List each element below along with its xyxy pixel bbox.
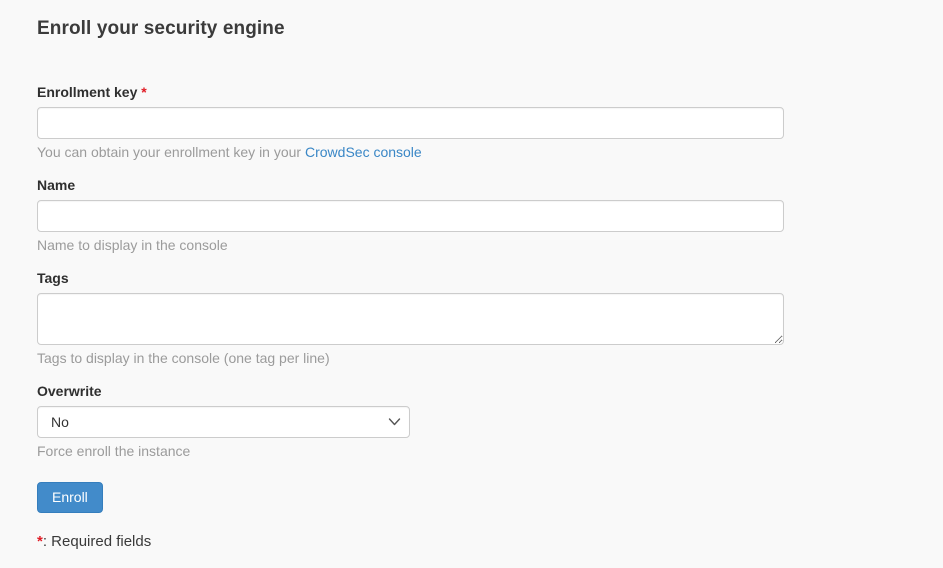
overwrite-label: Overwrite: [37, 383, 784, 400]
enrollment-key-label-text: Enrollment key: [37, 84, 137, 100]
crowdsec-console-link[interactable]: CrowdSec console: [305, 144, 422, 160]
enroll-button[interactable]: Enroll: [37, 482, 103, 513]
name-group: Name Name to display in the console: [37, 177, 784, 254]
overwrite-group: Overwrite No Force enroll the instance: [37, 383, 784, 460]
overwrite-help: Force enroll the instance: [37, 443, 784, 460]
required-fields-note: *: Required fields: [37, 533, 943, 550]
name-help: Name to display in the console: [37, 237, 784, 254]
name-input[interactable]: [37, 200, 784, 232]
enrollment-key-help-text: You can obtain your enrollment key in yo…: [37, 144, 305, 160]
tags-group: Tags Tags to display in the console (one…: [37, 270, 784, 367]
name-label: Name: [37, 177, 784, 194]
enrollment-key-label: Enrollment key *: [37, 84, 784, 101]
enroll-page: Enroll your security engine Enrollment k…: [0, 0, 943, 568]
enrollment-key-group: Enrollment key * You can obtain your enr…: [37, 84, 784, 161]
enrollment-key-help: You can obtain your enrollment key in yo…: [37, 144, 784, 161]
overwrite-select-wrap: No: [37, 406, 410, 438]
page-title: Enroll your security engine: [37, 17, 943, 40]
enroll-form: Enrollment key * You can obtain your enr…: [37, 84, 943, 550]
tags-help: Tags to display in the console (one tag …: [37, 350, 784, 367]
required-asterisk: *: [141, 84, 146, 100]
enrollment-key-input[interactable]: [37, 107, 784, 139]
overwrite-select[interactable]: No: [37, 406, 410, 438]
tags-textarea[interactable]: [37, 293, 784, 345]
required-note-text: : Required fields: [43, 533, 151, 550]
tags-label: Tags: [37, 270, 784, 287]
